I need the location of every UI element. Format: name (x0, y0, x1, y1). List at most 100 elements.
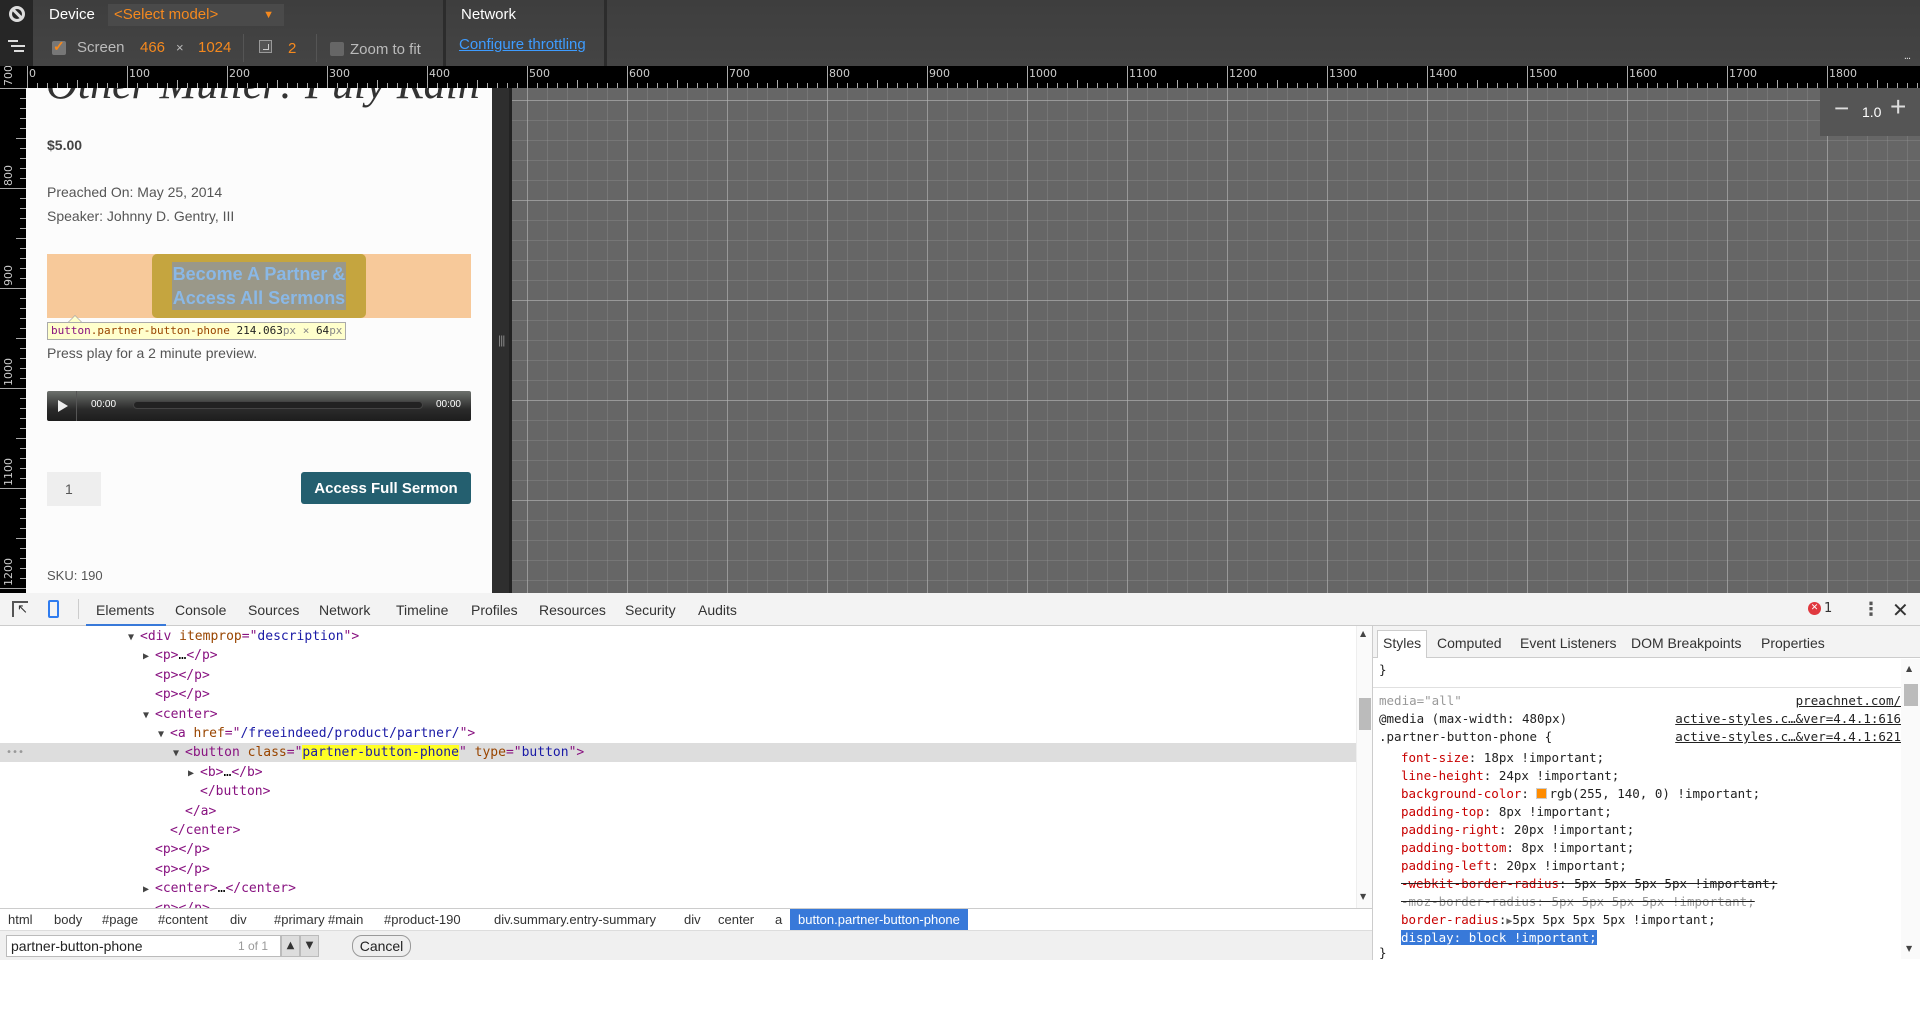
css-declaration-text[interactable]: display: block !important; (1401, 930, 1597, 945)
media-queries-icon[interactable] (8, 40, 26, 58)
media-source-link[interactable]: preachnet.com/ (1796, 692, 1901, 710)
become-partner-button[interactable]: Become A Partner & Access All Sermons (152, 254, 366, 318)
dom-node-row[interactable]: <p></p> (0, 685, 1356, 704)
css-declaration[interactable]: padding-bottom: 8px !important; (1401, 839, 1634, 857)
access-full-sermon-button[interactable]: Access Full Sermon (301, 472, 471, 504)
rule-source-link[interactable]: active-styles.c…&ver=4.4.1:621 (1675, 728, 1901, 746)
dom-node-row[interactable]: <p></p> (0, 899, 1356, 908)
expand-down-icon[interactable]: ▼ (143, 706, 155, 725)
css-value[interactable]: 20px !important; (1506, 858, 1626, 873)
css-property[interactable]: font-size (1401, 750, 1469, 765)
breadcrumb-item[interactable]: div.summary.entry-summary (494, 912, 656, 927)
more-icon[interactable]: ... (1904, 50, 1911, 62)
css-declaration[interactable]: line-height: 24px !important; (1401, 767, 1619, 785)
expand-down-icon[interactable]: ▼ (128, 628, 140, 647)
device-mode-icon[interactable] (48, 600, 59, 618)
tab-profiles[interactable]: Profiles (471, 602, 518, 618)
css-declaration[interactable]: padding-top: 8px !important; (1401, 803, 1612, 821)
dom-node-row[interactable]: <p></p> (0, 860, 1356, 879)
dom-node-row[interactable]: ▶ <center>…</center> (0, 879, 1356, 898)
media-query-source-link[interactable]: active-styles.c…&ver=4.4.1:616 (1675, 710, 1901, 728)
color-swatch-icon[interactable] (1536, 788, 1548, 799)
cancel-search-button[interactable]: Cancel (352, 935, 411, 957)
rule-selector[interactable]: .partner-button-phone { (1379, 728, 1552, 746)
css-declaration[interactable]: -webkit-border-radius: 5px 5px 5px 5px !… (1401, 875, 1777, 893)
css-property[interactable]: line-height (1401, 768, 1484, 783)
css-value[interactable]: 24px !important; (1499, 768, 1619, 783)
device-model-select[interactable]: <Select model> ▼ (108, 4, 284, 26)
expand-right-icon[interactable]: ▶ (143, 647, 155, 666)
error-icon[interactable]: ✕ (1808, 602, 1821, 615)
breadcrumb-item[interactable]: #page (102, 912, 138, 927)
zoom-out-button[interactable]: − (1834, 95, 1849, 121)
inspect-element-icon[interactable] (12, 601, 28, 617)
search-previous-button[interactable]: ▲ (281, 935, 300, 957)
css-declaration[interactable]: font-size: 18px !important; (1401, 749, 1604, 767)
dom-node-row[interactable]: ▶ <p>…</p> (0, 646, 1356, 665)
css-property[interactable]: padding-top (1401, 804, 1484, 819)
scroll-down-icon[interactable]: ▼ (1360, 892, 1366, 901)
css-declaration[interactable]: -moz-border-radius: 5px 5px 5px 5px !imp… (1401, 893, 1755, 911)
css-declaration[interactable]: border-radius:▶5px 5px 5px 5px !importan… (1401, 911, 1716, 929)
dom-node-row[interactable]: </a> (0, 802, 1356, 821)
dom-node-row[interactable]: </button> (0, 782, 1356, 801)
screen-checkbox[interactable] (52, 38, 66, 55)
more-options-icon[interactable]: ⋮ (1862, 599, 1880, 620)
styles-tab-event-listeners[interactable]: Event Listeners (1520, 635, 1617, 651)
dom-node-row[interactable]: ▶ <b>…</b> (0, 763, 1356, 782)
close-icon[interactable]: ✕ (1892, 598, 1909, 622)
tab-sources[interactable]: Sources (248, 602, 299, 618)
css-property[interactable]: padding-bottom (1401, 840, 1506, 855)
styles-tab-styles[interactable]: Styles (1377, 630, 1428, 658)
breadcrumb-item[interactable]: #content (158, 912, 208, 927)
css-value[interactable]: 8px !important; (1499, 804, 1612, 819)
viewport-resize-handle[interactable]: ||| (492, 88, 512, 593)
css-property[interactable]: -moz-border-radius (1401, 894, 1536, 909)
tab-security[interactable]: Security (625, 602, 676, 618)
screen-width-field[interactable]: 466 (140, 39, 165, 56)
error-count[interactable]: 1 (1824, 601, 1832, 616)
breadcrumb-item[interactable]: div (684, 912, 701, 927)
breadcrumb-item[interactable]: #primary (274, 912, 325, 927)
styles-tab-computed[interactable]: Computed (1437, 635, 1502, 651)
styles-scrollbar[interactable]: ▲ ▼ (1901, 659, 1920, 959)
css-value[interactable]: 5px 5px 5px 5px !important; (1552, 894, 1755, 909)
css-property[interactable]: border-radius (1401, 912, 1499, 927)
css-declaration[interactable]: padding-right: 20px !important; (1401, 821, 1634, 839)
css-value[interactable]: 5px 5px 5px 5px !important; (1512, 912, 1715, 927)
device-pixel-ratio-field[interactable]: 2 (288, 40, 296, 57)
expand-down-icon[interactable]: ▼ (173, 744, 185, 763)
css-value[interactable]: 5px 5px 5px 5px !important; (1574, 876, 1777, 891)
play-icon[interactable] (47, 391, 77, 421)
css-property[interactable]: -webkit-border-radius (1401, 876, 1559, 891)
breadcrumb-item[interactable]: #product-190 (384, 912, 461, 927)
styles-tab-dom-breakpoints[interactable]: DOM Breakpoints (1631, 635, 1741, 651)
tab-timeline[interactable]: Timeline (396, 602, 448, 618)
dom-node-row[interactable]: </center> (0, 821, 1356, 840)
breadcrumb-item[interactable]: #main (328, 912, 363, 927)
screen-height-field[interactable]: 1024 (198, 39, 231, 56)
configure-throttling-link[interactable]: Configure throttling (459, 36, 586, 53)
dom-node-row[interactable]: <p></p> (0, 840, 1356, 859)
quantity-input[interactable] (47, 472, 101, 506)
dom-node-row[interactable]: ▼ <center> (0, 705, 1356, 724)
audio-progress-track[interactable] (133, 401, 423, 409)
scroll-thumb[interactable] (1904, 684, 1918, 706)
expand-right-icon[interactable]: ▶ (143, 880, 155, 899)
zoom-to-fit-checkbox[interactable] (330, 42, 344, 56)
css-declaration[interactable]: background-color: rgb(255, 140, 0) !impo… (1401, 785, 1760, 803)
scroll-down-icon[interactable]: ▼ (1906, 944, 1912, 953)
styles-tab-properties[interactable]: Properties (1761, 635, 1825, 651)
more-icon[interactable]: ••• (6, 743, 24, 762)
dom-node-row[interactable]: ▼ <a href="/freeindeed/product/partner/"> (0, 724, 1356, 743)
dom-tree-scrollbar[interactable]: ▲ ▼ (1356, 626, 1372, 908)
css-declaration[interactable]: padding-left: 20px !important; (1401, 857, 1627, 875)
breadcrumb-item[interactable]: body (54, 912, 82, 927)
css-value[interactable]: rgb(255, 140, 0) !important; (1549, 786, 1760, 801)
scroll-thumb[interactable] (1359, 698, 1371, 730)
tab-resources[interactable]: Resources (539, 602, 606, 618)
zoom-in-button[interactable]: + (1890, 93, 1906, 121)
css-value[interactable]: 18px !important; (1484, 750, 1604, 765)
dom-node-row[interactable]: <p></p> (0, 666, 1356, 685)
css-value[interactable]: 8px !important; (1521, 840, 1634, 855)
